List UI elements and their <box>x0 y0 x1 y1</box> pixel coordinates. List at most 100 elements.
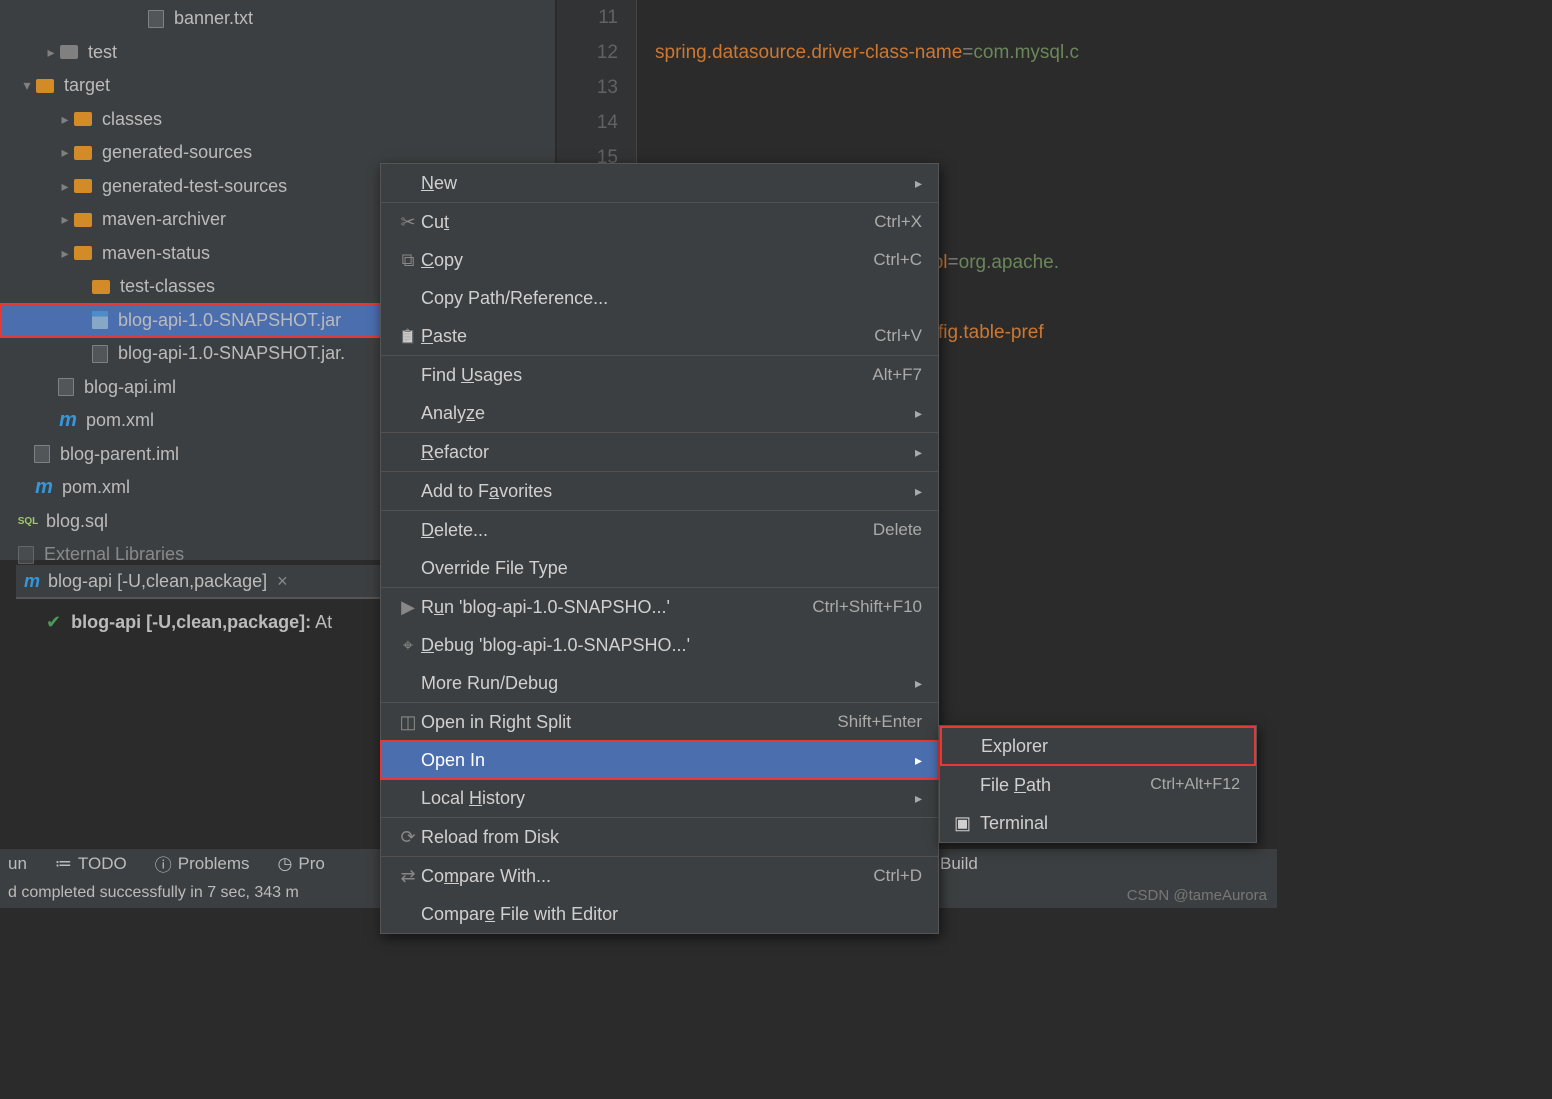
run-line-tail: At <box>311 612 332 632</box>
ctx-new[interactable]: New <box>381 164 938 203</box>
line-number: 14 <box>557 105 618 140</box>
scissors-icon <box>395 212 421 232</box>
tree-label: test-classes <box>120 276 215 297</box>
terminal-icon: ▣ <box>954 813 980 834</box>
build-tool-button[interactable]: Build <box>940 854 978 874</box>
line-number: 13 <box>557 70 618 105</box>
tree-row-banner[interactable]: banner.txt <box>0 2 555 36</box>
text-file-icon <box>148 10 164 28</box>
maven-icon: m <box>34 477 54 499</box>
bug-icon: ⌖ <box>395 635 421 655</box>
line-number: 11 <box>557 0 618 35</box>
shortcut: Ctrl+Alt+F12 <box>1150 776 1240 794</box>
chevron-right-icon[interactable] <box>56 144 74 161</box>
tree-label: blog.sql <box>46 511 108 532</box>
chevron-right-icon <box>915 175 922 192</box>
play-icon: ▶ <box>395 597 421 617</box>
ctx-find-usages[interactable]: Find UsagesAlt+F7 <box>381 356 938 394</box>
chevron-right-icon[interactable] <box>42 44 60 61</box>
chevron-right-icon <box>915 675 922 692</box>
maven-icon: m <box>58 410 78 432</box>
chevron-right-icon[interactable] <box>56 178 74 195</box>
ctx-compare-with[interactable]: ⇄Compare With...Ctrl+D <box>381 857 938 895</box>
problems-tool-button[interactable]: ⓘProblems <box>155 851 250 876</box>
chevron-right-icon <box>915 444 922 461</box>
shortcut: Ctrl+V <box>874 326 922 346</box>
profiler-tool-button[interactable]: ◷Pro <box>278 854 325 874</box>
profiler-icon: ◷ <box>278 854 293 874</box>
tree-row-test[interactable]: test <box>0 36 555 70</box>
ctx-more-run[interactable]: More Run/Debug <box>381 664 938 703</box>
iml-file-icon <box>58 378 74 396</box>
tree-label: blog-parent.iml <box>60 444 179 465</box>
folder-icon <box>74 246 92 260</box>
ctx-paste[interactable]: PasteCtrl+V <box>381 317 938 356</box>
tree-label: target <box>64 75 110 96</box>
ctx-copy-path[interactable]: Copy Path/Reference... <box>381 279 938 317</box>
ctx-analyze[interactable]: Analyze <box>381 394 938 433</box>
ctx-copy[interactable]: CopyCtrl+C <box>381 241 938 279</box>
tree-row-classes[interactable]: classes <box>0 103 555 137</box>
tree-label: External Libraries <box>44 544 184 565</box>
tree-label: pom.xml <box>62 477 130 498</box>
ctx-delete[interactable]: Delete...Delete <box>381 511 938 549</box>
diff-icon: ⇄ <box>395 866 421 886</box>
chevron-right-icon <box>915 405 922 422</box>
ctx-open-in[interactable]: Open In <box>381 741 938 779</box>
tree-row-target[interactable]: target <box>0 69 555 103</box>
folder-icon <box>60 45 78 59</box>
shortcut: Ctrl+X <box>874 212 922 232</box>
chevron-right-icon[interactable] <box>56 111 74 128</box>
ctx-right-split[interactable]: Open in Right SplitShift+Enter <box>381 703 938 741</box>
run-line: blog-api [-U,clean,package]: <box>71 612 311 632</box>
ctx-compare-editor[interactable]: Compare File with Editor <box>381 895 938 933</box>
ctx-cut[interactable]: CutCtrl+X <box>381 203 938 241</box>
shortcut: Ctrl+C <box>873 250 922 270</box>
list-icon: ≔ <box>55 854 72 874</box>
submenu-file-path[interactable]: File PathCtrl+Alt+F12 <box>940 766 1256 804</box>
ctx-local-history[interactable]: Local History <box>381 779 938 818</box>
tree-label: maven-status <box>102 243 210 264</box>
folder-icon <box>36 79 54 93</box>
ctx-override-type[interactable]: Override File Type <box>381 549 938 588</box>
code-value: org.apache. <box>959 252 1059 273</box>
shortcut: Alt+F7 <box>872 365 922 385</box>
ctx-favorites[interactable]: Add to Favorites <box>381 472 938 511</box>
run-tool-button[interactable]: un <box>8 854 27 874</box>
ctx-refactor[interactable]: Refactor <box>381 433 938 472</box>
iml-file-icon <box>34 445 50 463</box>
copy-icon <box>395 250 421 270</box>
submenu-terminal[interactable]: ▣Terminal <box>940 804 1256 842</box>
file-icon <box>92 345 108 363</box>
paste-icon <box>395 326 421 346</box>
chevron-right-icon <box>915 483 922 500</box>
shortcut: Ctrl+Shift+F10 <box>812 597 922 617</box>
ctx-run[interactable]: ▶Run 'blog-api-1.0-SNAPSHO...'Ctrl+Shift… <box>381 588 938 626</box>
folder-icon <box>92 280 110 294</box>
folder-icon <box>74 146 92 160</box>
chevron-right-icon[interactable] <box>56 211 74 228</box>
submenu-explorer[interactable]: Explorer <box>941 727 1255 765</box>
status-message: d completed successfully in 7 sec, 343 m <box>8 884 299 902</box>
maven-icon: m <box>24 571 40 592</box>
tree-label: generated-sources <box>102 142 252 163</box>
context-menu[interactable]: New CutCtrl+X CopyCtrl+C Copy Path/Refer… <box>380 163 939 934</box>
open-in-submenu[interactable]: Explorer File PathCtrl+Alt+F12 ▣Terminal <box>939 725 1257 843</box>
shortcut: Ctrl+D <box>873 866 922 886</box>
reload-icon <box>395 827 421 847</box>
tree-label: classes <box>102 109 162 130</box>
code-key: spring.datasource.driver-class-name <box>655 42 962 63</box>
ctx-debug[interactable]: ⌖Debug 'blog-api-1.0-SNAPSHO...' <box>381 626 938 664</box>
tree-label: banner.txt <box>174 8 253 29</box>
check-icon: ✔ <box>46 612 61 632</box>
chevron-down-icon[interactable] <box>18 77 36 94</box>
jar-icon <box>92 311 108 329</box>
tree-label: test <box>88 42 117 63</box>
ctx-reload[interactable]: Reload from Disk <box>381 818 938 857</box>
chevron-right-icon[interactable] <box>56 245 74 262</box>
tree-label: pom.xml <box>86 410 154 431</box>
close-icon[interactable]: × <box>277 571 288 592</box>
folder-icon <box>74 213 92 227</box>
tree-label: blog-api-1.0-SNAPSHOT.jar. <box>118 343 345 364</box>
todo-tool-button[interactable]: ≔TODO <box>55 854 127 874</box>
